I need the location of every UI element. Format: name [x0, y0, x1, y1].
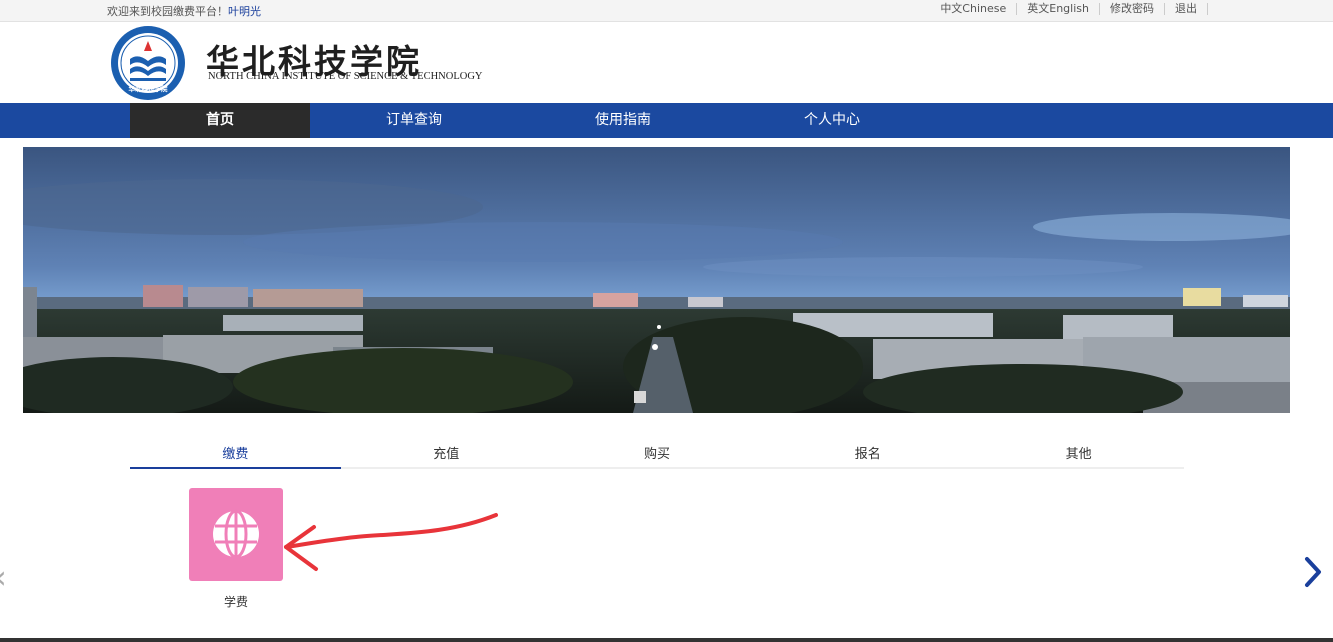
site-header: 华北科技学院 华北科技学院 NORTH CHINA INSTITUTE OF S… — [0, 23, 1333, 103]
tab-recharge[interactable]: 充值 — [341, 441, 552, 467]
link-english[interactable]: 英文English — [1017, 3, 1100, 15]
tuition-tile-button[interactable] — [189, 488, 283, 581]
tab-registration[interactable]: 报名 — [762, 441, 973, 467]
welcome-text: 欢迎来到校园缴费平台！ — [107, 5, 228, 18]
footer-divider — [0, 638, 1333, 642]
link-logout[interactable]: 退出 — [1165, 3, 1208, 15]
tab-purchase[interactable]: 购买 — [552, 441, 763, 467]
nav-order-query[interactable]: 订单查询 — [324, 103, 504, 138]
top-links: 中文Chinese 英文English 修改密码 退出 — [930, 3, 1208, 15]
main-nav: 首页 订单查询 使用指南 个人中心 — [0, 103, 1333, 138]
tab-payment[interactable]: 缴费 — [130, 441, 341, 469]
tuition-tile-label[interactable]: 学费 — [189, 593, 283, 610]
username[interactable]: 叶明光 — [228, 5, 261, 18]
nav-home[interactable]: 首页 — [130, 103, 310, 138]
carousel-next-arrow-icon[interactable] — [1302, 556, 1324, 588]
campus-banner-image — [23, 147, 1290, 413]
link-chinese[interactable]: 中文Chinese — [930, 3, 1018, 15]
nav-personal-center[interactable]: 个人中心 — [742, 103, 922, 138]
nav-user-guide[interactable]: 使用指南 — [533, 103, 713, 138]
top-utility-bar: 欢迎来到校园缴费平台！叶明光 中文Chinese 英文English 修改密码 … — [0, 0, 1333, 22]
school-name-en: NORTH CHINA INSTITUTE OF SCIENCE & TECHN… — [208, 71, 483, 82]
emblem-text: 华北科技学院 — [129, 84, 169, 93]
link-change-password[interactable]: 修改密码 — [1100, 3, 1165, 15]
tab-other[interactable]: 其他 — [973, 441, 1184, 467]
service-category-tabs: 缴费 充值 购买 报名 其他 — [130, 441, 1184, 469]
globe-icon — [213, 509, 259, 559]
school-emblem[interactable]: 华北科技学院 — [108, 25, 188, 100]
annotation-arrow — [284, 513, 498, 571]
carousel-prev-arrow-icon[interactable]: ‹ — [0, 558, 7, 596]
welcome-message: 欢迎来到校园缴费平台！叶明光 — [107, 3, 261, 19]
